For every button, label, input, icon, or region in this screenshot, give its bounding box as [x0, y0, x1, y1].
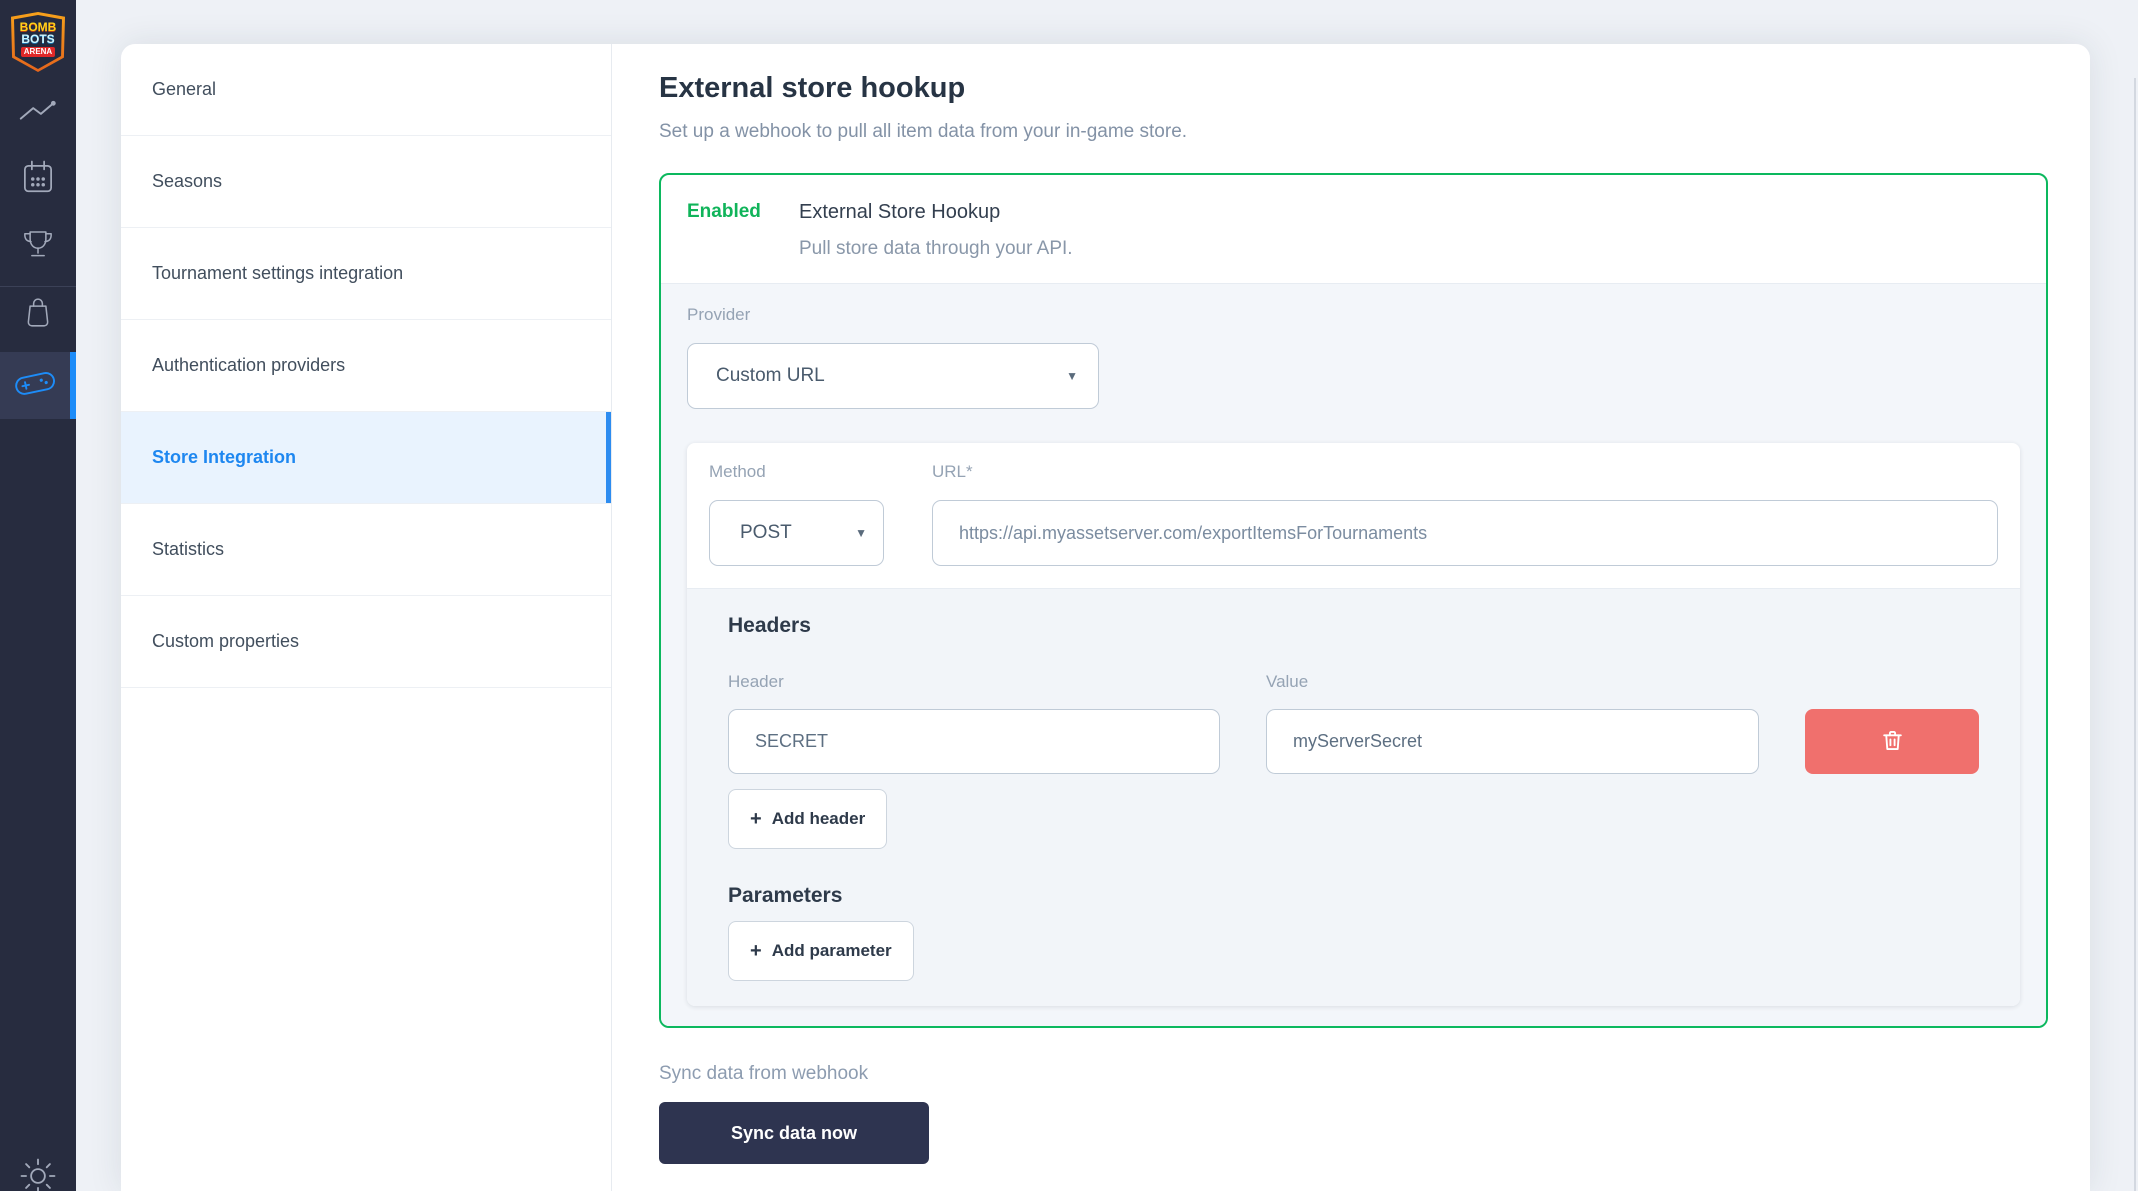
- external-store-hookup-card: Enabled External Store Hookup Pull store…: [659, 173, 2048, 1028]
- header-value-label: Value: [1266, 673, 1759, 691]
- logo-shield: BOMB BOTS ARENA: [14, 15, 62, 69]
- nav-item-store-integration[interactable]: Store Integration: [121, 412, 611, 504]
- store-integration-page: BOMB BOTS ARENA: [0, 0, 2138, 1191]
- provider-select[interactable]: Custom URL ▼: [687, 343, 1099, 409]
- sidebar-item-seasons[interactable]: [0, 156, 76, 206]
- settings-sheet: General Seasons Tournament settings inte…: [121, 44, 2090, 1191]
- nav-item-label: General: [152, 79, 216, 100]
- add-header-button[interactable]: + Add header: [728, 789, 887, 849]
- nav-item-label: Store Integration: [152, 447, 296, 468]
- nav-item-statistics[interactable]: Statistics: [121, 504, 611, 596]
- webhook-request-card: Method POST ▼ URL*: [687, 443, 2020, 1006]
- page-title: External store hookup: [659, 71, 2048, 105]
- method-label: Method: [709, 463, 884, 481]
- url-input[interactable]: [932, 500, 1998, 566]
- hookup-card-heading: External Store Hookup Pull store data th…: [799, 200, 1073, 260]
- page-subtitle: Set up a webhook to pull all item data f…: [659, 120, 2048, 143]
- nav-item-label: Tournament settings integration: [152, 263, 403, 284]
- nav-item-label: Statistics: [152, 539, 224, 560]
- sidebar-divider: [0, 286, 76, 287]
- url-field: URL*: [932, 463, 1998, 566]
- provider-select-value: Custom URL: [716, 365, 825, 387]
- shopping-bag-icon: [17, 293, 59, 340]
- sidebar-item-store[interactable]: [0, 291, 76, 341]
- sidebar-item-game-settings[interactable]: [0, 352, 76, 419]
- page-scrollbar[interactable]: [2134, 78, 2136, 1191]
- sync-data-now-button[interactable]: Sync data now: [659, 1102, 929, 1164]
- sidebar-item-settings[interactable]: [0, 1148, 76, 1191]
- provider-label: Provider: [687, 306, 2020, 324]
- headers-section-title: Headers: [728, 613, 1979, 639]
- chevron-down-icon: ▼: [855, 526, 867, 540]
- plus-icon: +: [750, 808, 762, 831]
- status-badge: Enabled: [687, 200, 762, 260]
- nav-item-custom-properties[interactable]: Custom properties: [121, 596, 611, 688]
- hookup-card-subtitle: Pull store data through your API.: [799, 238, 1073, 260]
- calendar-icon: [17, 158, 59, 205]
- chevron-down-icon: ▼: [1066, 369, 1078, 383]
- header-value-field: Value: [1266, 673, 1759, 774]
- nav-item-tournament-settings-integration[interactable]: Tournament settings integration: [121, 228, 611, 320]
- header-name-label: Header: [728, 673, 1220, 691]
- main-content: External store hookup Set up a webhook t…: [612, 44, 2096, 1191]
- nav-item-label: Seasons: [152, 171, 222, 192]
- trophy-icon: [17, 225, 59, 272]
- header-value-input[interactable]: [1266, 709, 1759, 774]
- logo-text-arena: ARENA: [21, 47, 55, 57]
- sync-section-label: Sync data from webhook: [659, 1062, 2048, 1085]
- header-name-field: Header: [728, 673, 1220, 774]
- nav-item-label: Authentication providers: [152, 355, 345, 376]
- hookup-card-title: External Store Hookup: [799, 200, 1073, 224]
- method-field: Method POST ▼: [709, 463, 884, 566]
- nav-item-seasons[interactable]: Seasons: [121, 136, 611, 228]
- nav-item-general[interactable]: General: [121, 44, 611, 136]
- method-select-value: POST: [740, 522, 792, 544]
- gamepad-icon: [12, 366, 58, 405]
- add-header-button-label: Add header: [772, 809, 866, 829]
- headers-parameters-section: Headers Header Value: [687, 588, 2020, 1006]
- method-url-row: Method POST ▼ URL*: [687, 443, 2020, 588]
- sidebar-item-tournaments[interactable]: [0, 223, 76, 273]
- gear-icon: [16, 1154, 60, 1191]
- parameters-section-title: Parameters: [728, 883, 1979, 909]
- url-label: URL*: [932, 463, 1998, 481]
- add-parameter-button[interactable]: + Add parameter: [728, 921, 914, 981]
- plus-icon: +: [750, 940, 762, 963]
- method-select[interactable]: POST ▼: [709, 500, 884, 566]
- header-row: Header Value: [728, 673, 1979, 774]
- delete-header-button[interactable]: [1805, 709, 1979, 774]
- bomb-bots-arena-logo[interactable]: BOMB BOTS ARENA: [11, 12, 65, 72]
- logo-text-bots: BOTS: [21, 33, 54, 45]
- hookup-card-header: Enabled External Store Hookup Pull store…: [661, 175, 2046, 283]
- trend-chart-icon: [15, 93, 61, 132]
- nav-item-authentication-providers[interactable]: Authentication providers: [121, 320, 611, 412]
- nav-item-label: Custom properties: [152, 631, 299, 652]
- settings-nav: General Seasons Tournament settings inte…: [121, 44, 612, 1191]
- add-parameter-button-label: Add parameter: [772, 941, 892, 961]
- hookup-card-body: Provider Custom URL ▼ Method POST ▼: [661, 283, 2046, 1026]
- icon-sidebar: BOMB BOTS ARENA: [0, 0, 76, 1191]
- trash-icon: [1880, 728, 1905, 756]
- header-name-input[interactable]: [728, 709, 1220, 774]
- sidebar-item-statistics[interactable]: [0, 87, 76, 137]
